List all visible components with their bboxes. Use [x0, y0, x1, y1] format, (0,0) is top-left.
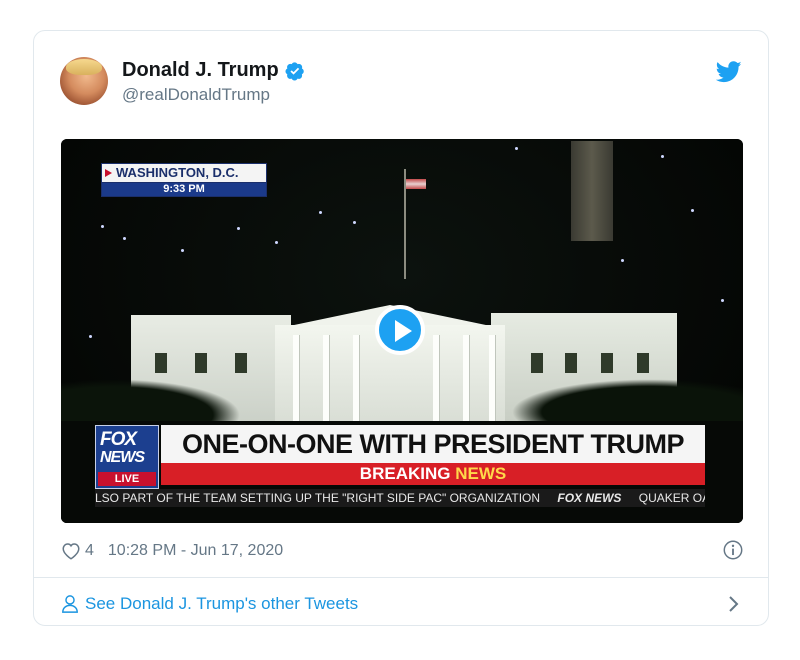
- city-light: [691, 209, 694, 212]
- play-icon: [395, 320, 412, 342]
- window: [195, 353, 207, 373]
- city-light: [721, 299, 724, 302]
- verified-badge-icon: [285, 61, 304, 80]
- window: [565, 353, 577, 373]
- city-light: [621, 259, 624, 262]
- location-time: 9:33 PM: [101, 183, 267, 197]
- portico-column: [463, 335, 469, 423]
- ticker-brand: FOX NEWS: [557, 491, 622, 505]
- city-light: [353, 221, 356, 224]
- play-button[interactable]: [375, 305, 425, 355]
- author-display-name[interactable]: Donald J. Trump: [122, 59, 305, 82]
- city-light: [661, 155, 664, 158]
- portico-column: [433, 335, 439, 423]
- window: [601, 353, 613, 373]
- window: [235, 353, 247, 373]
- chyron-headline: ONE-ON-ONE WITH PRESIDENT TRUMP: [161, 425, 705, 463]
- tweet-meta: 4 10:28 PM - Jun 17, 2020: [61, 537, 744, 565]
- fox-news-logo: FOX NEWS LIVE: [95, 425, 159, 489]
- ticker-item: QUAKER OATS: [638, 491, 705, 505]
- info-icon[interactable]: [722, 539, 744, 561]
- chevron-right-icon[interactable]: [728, 595, 740, 613]
- washington-monument: [571, 141, 613, 241]
- flag: [406, 179, 426, 189]
- tweet-timestamp[interactable]: 10:28 PM - Jun 17, 2020: [108, 542, 283, 560]
- location-text: WASHINGTON, D.C.: [116, 165, 239, 180]
- other-tweets-label[interactable]: See Donald J. Trump's other Tweets: [85, 594, 358, 614]
- location-arrow-icon: [105, 169, 112, 177]
- city-light: [123, 237, 126, 240]
- divider: [34, 577, 768, 578]
- author-names: Donald J. Trump @realDonaldTrump: [122, 59, 305, 105]
- city-light: [515, 147, 518, 150]
- portico-column: [489, 335, 495, 423]
- city-light: [101, 225, 104, 228]
- other-tweets-link[interactable]: See Donald J. Trump's other Tweets: [61, 591, 744, 617]
- portico-column: [323, 335, 329, 423]
- city-light: [89, 335, 92, 338]
- person-icon: [62, 595, 78, 613]
- avatar[interactable]: [60, 57, 108, 105]
- logo-news: NEWS: [100, 449, 145, 466]
- author-display-name-text[interactable]: Donald J. Trump: [122, 59, 279, 82]
- city-light: [275, 241, 278, 244]
- city-light: [319, 211, 322, 214]
- tweet-card[interactable]: Donald J. Trump @realDonaldTrump WASHING…: [33, 30, 769, 626]
- ticker-item: LSO PART OF THE TEAM SETTING UP THE "RIG…: [95, 491, 541, 505]
- tweet-header: Donald J. Trump @realDonaldTrump: [60, 57, 744, 113]
- window: [531, 353, 543, 373]
- avatar-hair: [66, 59, 102, 75]
- logo-fox: FOX: [100, 429, 137, 450]
- portico-column: [293, 335, 299, 423]
- live-badge: LIVE: [98, 472, 156, 486]
- city-light: [237, 227, 240, 230]
- banner-breaking: BREAKING: [359, 464, 451, 483]
- location-bug: WASHINGTON, D.C. 9:33 PM: [101, 163, 267, 197]
- window: [637, 353, 649, 373]
- news-ticker: LSO PART OF THE TEAM SETTING UP THE "RIG…: [95, 489, 705, 507]
- breaking-news-banner: BREAKING NEWS: [161, 463, 705, 485]
- city-light: [181, 249, 184, 252]
- heart-icon[interactable]: [61, 542, 81, 560]
- video-player[interactable]: WASHINGTON, D.C. 9:33 PM FOX NEWS LIVE O…: [61, 139, 743, 523]
- like-count[interactable]: 4: [85, 542, 94, 560]
- window: [155, 353, 167, 373]
- twitter-bird-icon[interactable]: [716, 61, 742, 83]
- portico-column: [353, 335, 359, 423]
- location-label: WASHINGTON, D.C.: [101, 163, 267, 183]
- author-handle[interactable]: @realDonaldTrump: [122, 85, 305, 105]
- banner-news: NEWS: [455, 464, 507, 483]
